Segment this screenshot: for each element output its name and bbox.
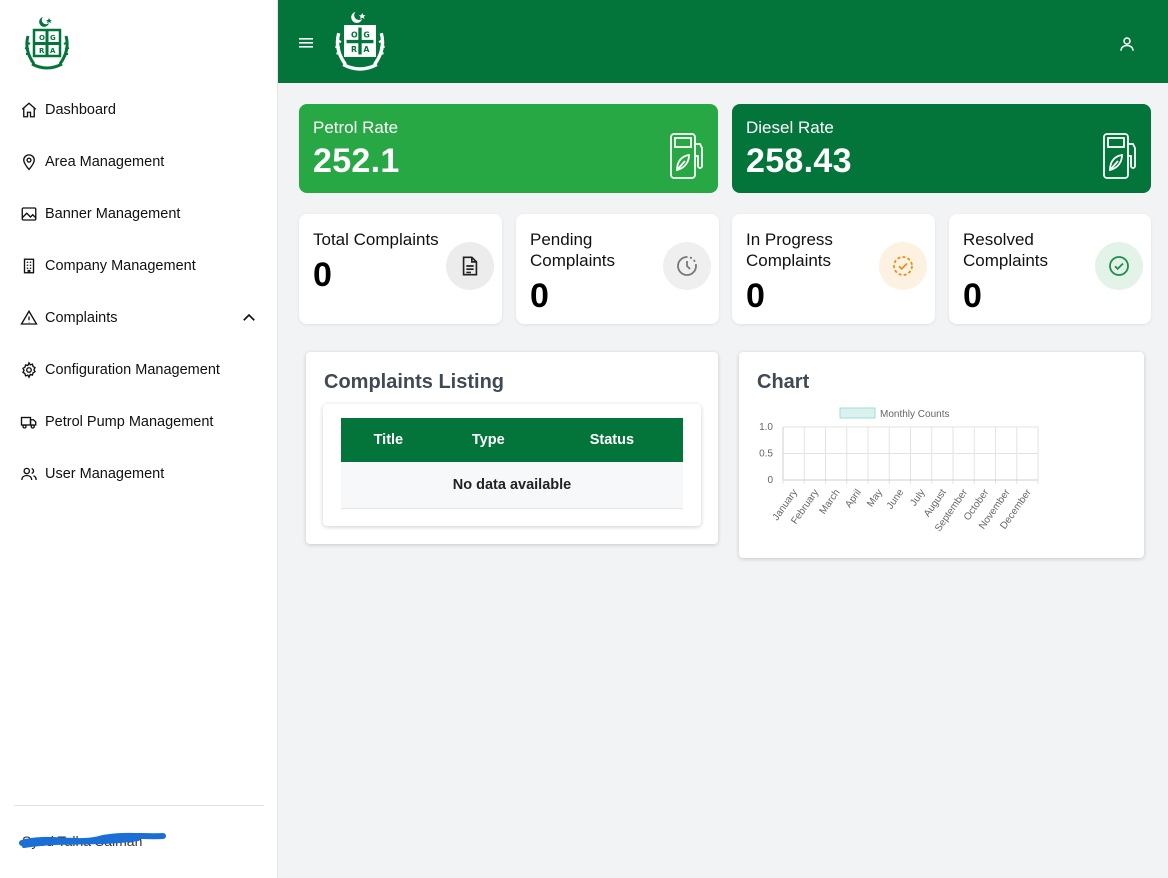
- sidebar-item-label: Configuration Management: [45, 362, 220, 378]
- sidebar-item-configuration-management[interactable]: Configuration Management: [0, 344, 278, 396]
- diesel-rate-label: Diesel Rate: [746, 118, 834, 137]
- svg-text:G: G: [50, 34, 56, 42]
- sidebar-item-company-management[interactable]: Company Management: [0, 240, 278, 292]
- fuel-pump-icon: [1103, 133, 1136, 179]
- location-pin-icon: [20, 153, 38, 171]
- legend-label: Monthly Counts: [880, 409, 949, 420]
- svg-text:G: G: [363, 31, 369, 40]
- hamburger-menu-icon[interactable]: [298, 35, 316, 51]
- x-tick-label: June: [885, 487, 907, 511]
- sidebar-item-label: Area Management: [45, 154, 165, 170]
- svg-text:A: A: [50, 47, 56, 55]
- sidebar-item-label: Banner Management: [45, 206, 181, 222]
- sidebar-item-label: User Management: [45, 466, 165, 482]
- complaints-listing-panel: Complaints Listing Title Type Status No …: [306, 352, 718, 544]
- ogra-logo: O G R A: [335, 11, 385, 71]
- petrol-rate-value: 252.1: [313, 142, 400, 180]
- y-tick-label: 0: [767, 475, 773, 486]
- image-icon: [20, 205, 38, 223]
- sidebar-item-complaints[interactable]: Complaints: [0, 292, 278, 344]
- sidebar-item-label: Complaints: [45, 310, 118, 326]
- sidebar-item-area-management[interactable]: Area Management: [0, 136, 278, 188]
- column-header-title[interactable]: Title: [341, 418, 436, 462]
- chart-panel: Chart Monthly Counts 1.0 0.5 0 January Februa…: [739, 352, 1144, 558]
- sidebar-item-dashboard[interactable]: Dashboard: [0, 84, 278, 136]
- svg-text:R: R: [351, 45, 357, 54]
- top-header: O G R A: [278, 0, 1168, 83]
- column-header-status[interactable]: Status: [541, 418, 683, 462]
- svg-text:R: R: [39, 47, 45, 55]
- resolved-complaints-card: Resolved Complaints 0: [949, 214, 1151, 324]
- x-tick-label: March: [818, 487, 843, 516]
- svg-text:O: O: [39, 34, 45, 42]
- check-circle-icon: [1095, 242, 1143, 290]
- sidebar-item-banner-management[interactable]: Banner Management: [0, 188, 278, 240]
- diesel-rate-card: Diesel Rate 258.43: [732, 104, 1151, 193]
- user-account-icon[interactable]: [1118, 35, 1136, 53]
- complaints-table: Title Type Status No data available: [341, 418, 683, 509]
- legend-swatch: [839, 407, 876, 419]
- sidebar-item-label: Petrol Pump Management: [45, 414, 214, 430]
- users-icon: [20, 465, 38, 483]
- building-icon: [20, 257, 38, 275]
- x-tick-label: April: [843, 487, 863, 510]
- sidebar-divider: [14, 805, 264, 806]
- diesel-rate-value: 258.43: [746, 142, 852, 180]
- sidebar-nav: Dashboard Area Management Banner Managem…: [0, 84, 278, 500]
- in-progress-complaints-card: In Progress Complaints 0: [732, 214, 935, 324]
- monthly-counts-chart: Monthly Counts1.00.50JanuaryFebruaryMarc…: [759, 407, 1039, 534]
- warning-icon: [20, 309, 38, 327]
- gear-icon: [20, 361, 38, 379]
- ogra-logo: O G R A: [24, 17, 70, 70]
- total-complaints-card: Total Complaints 0: [299, 214, 502, 324]
- panel-title: Complaints Listing: [324, 371, 504, 393]
- fuel-pump-icon: [670, 133, 703, 179]
- sidebar-item-petrol-pump-management[interactable]: Petrol Pump Management: [0, 396, 278, 448]
- sidebar-item-user-management[interactable]: User Management: [0, 448, 278, 500]
- home-icon: [20, 101, 38, 119]
- truck-icon: [20, 413, 38, 431]
- sidebar-item-label: Dashboard: [45, 102, 116, 118]
- stat-title: Total Complaints: [313, 230, 439, 249]
- progress-check-icon: [879, 242, 927, 290]
- sidebar-item-label: Company Management: [45, 258, 196, 274]
- column-header-type[interactable]: Type: [436, 418, 541, 462]
- stat-title: Resolved Complaints: [963, 230, 1049, 270]
- complaints-table-container: Title Type Status No data available: [323, 404, 701, 526]
- y-tick-label: 1.0: [759, 422, 773, 433]
- stat-title: In Progress Complaints: [746, 230, 833, 270]
- stat-title: Pending Complaints: [530, 230, 616, 270]
- y-tick-label: 0.5: [759, 449, 773, 460]
- empty-table-message: No data available: [341, 462, 683, 509]
- table-row: No data available: [341, 462, 683, 509]
- sidebar: O G R A Dashboard Area Management Banner…: [0, 0, 278, 878]
- svg-text:O: O: [351, 31, 358, 40]
- petrol-rate-label: Petrol Rate: [313, 118, 399, 137]
- svg-text:A: A: [363, 45, 370, 54]
- petrol-rate-card: Petrol Rate 252.1: [299, 104, 718, 193]
- pending-complaints-card: Pending Complaints 0: [516, 214, 719, 324]
- clock-pending-icon: [663, 242, 711, 290]
- document-icon: [446, 242, 494, 290]
- x-tick-label: July: [908, 487, 927, 508]
- x-tick-label: May: [865, 487, 885, 509]
- table-header-row: Title Type Status: [341, 418, 683, 462]
- redaction-scribble: [19, 832, 166, 848]
- chevron-up-icon[interactable]: [240, 309, 258, 327]
